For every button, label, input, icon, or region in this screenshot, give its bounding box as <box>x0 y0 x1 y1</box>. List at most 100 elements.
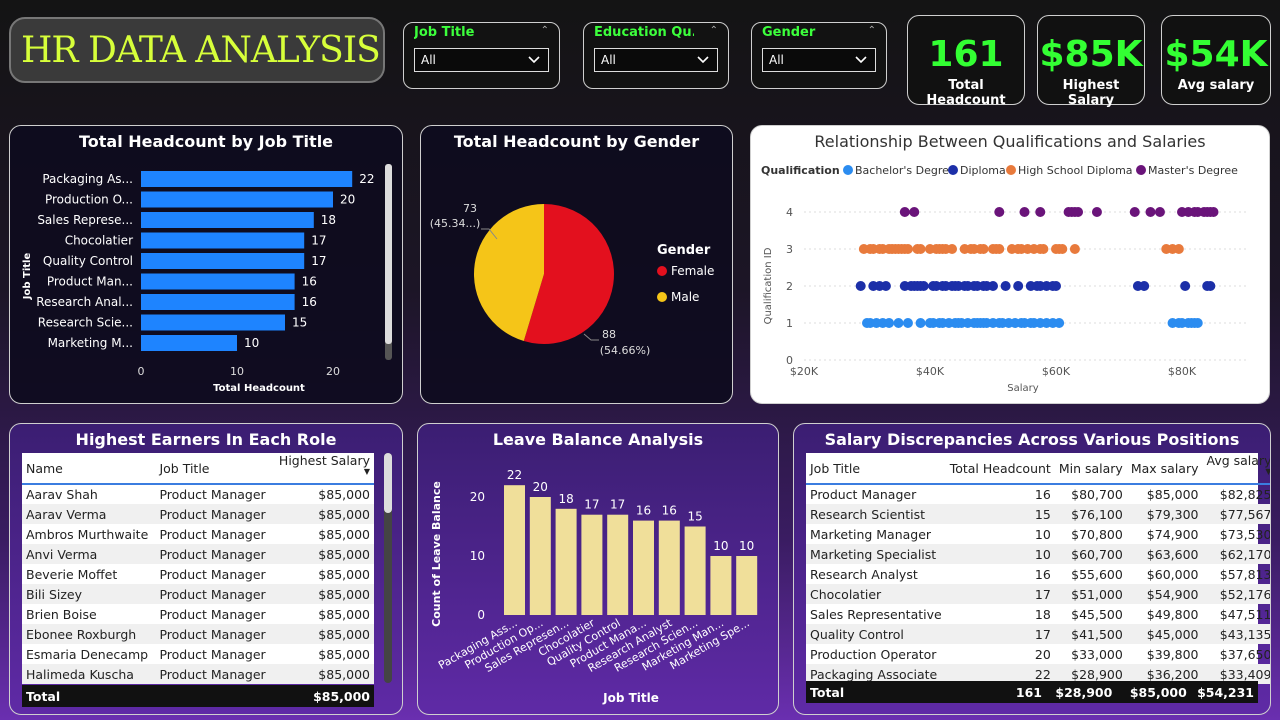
panel-title: Salary Discrepancies Across Various Posi… <box>824 430 1240 449</box>
col-header-name[interactable]: Name <box>22 453 156 485</box>
slicer-label: Job Title <box>414 25 475 40</box>
scatter-point <box>1069 244 1080 254</box>
scatter-point <box>994 244 1005 254</box>
data-label: 15 <box>292 316 307 330</box>
table-row[interactable]: Anvi Verma Product Manager $85,000 <box>22 544 374 564</box>
slicer-education[interactable]: Education Qu... ⌃ All <box>583 22 729 89</box>
scatter-point <box>1013 281 1024 291</box>
slicer-gender[interactable]: Gender ⌃ All <box>751 22 887 89</box>
scrollbar-thumb[interactable] <box>385 164 392 344</box>
table-row[interactable]: Aarav Verma Product Manager $85,000 <box>22 504 374 524</box>
table-cell: Product Manager <box>159 646 266 662</box>
slicer-value: All <box>421 53 436 67</box>
table-row[interactable]: Research Scientist 15 $76,100 $79,300 $77,56… <box>806 504 1270 524</box>
chevron-up-icon[interactable]: ⌃ <box>710 25 718 36</box>
table-cell: Halimeda Kuscha <box>26 666 134 682</box>
bar <box>684 526 706 615</box>
panel-title: Highest Earners In Each Role <box>75 430 337 449</box>
scatter-point <box>918 281 929 291</box>
col-header-max-salary[interactable]: Max salary <box>1126 453 1203 485</box>
table-cell: $73,530 <box>1219 526 1271 542</box>
bar <box>633 520 654 615</box>
table-cell: $47,511 <box>1219 606 1271 622</box>
sort-desc-icon: ▼ <box>1265 467 1271 476</box>
table-row[interactable]: Sales Representative 18 $45,500 $49,800 $47,… <box>806 604 1271 624</box>
total-value: 161 <box>1015 684 1042 700</box>
table-row[interactable]: Brien Boise Product Manager $85,000 <box>22 604 374 624</box>
scatter-point <box>1019 207 1030 217</box>
table-cell: $41,500 <box>1071 626 1123 642</box>
table-cell: 15 <box>1034 506 1051 522</box>
table-row[interactable]: Bili Sizey Product Manager $85,000 <box>22 584 374 604</box>
x-axis-label: Total Headcount <box>213 383 305 394</box>
scrollbar-track[interactable] <box>384 453 392 683</box>
table-cell: Product Manager <box>159 666 266 682</box>
table-cell: $82,825 <box>1219 487 1271 502</box>
scatter-point <box>902 244 913 254</box>
col-header-min-salary[interactable]: Min salary <box>1054 453 1127 485</box>
chevron-down-icon <box>855 56 867 64</box>
col-header-job-title[interactable]: Job Title <box>155 453 273 485</box>
col-header-avg-salary[interactable]: Avg salary ▼ <box>1202 453 1271 485</box>
scatter-point <box>884 318 895 328</box>
table-row[interactable]: Aarav Shah Product Manager $85,000 <box>22 484 374 504</box>
table-cell: $85,000 <box>318 487 370 502</box>
table-row[interactable]: Production Operator 20 $33,000 $39,800 $37,6… <box>806 644 1270 664</box>
chevron-up-icon[interactable]: ⌃ <box>868 25 876 36</box>
table-cell: Beverie Moffet <box>26 566 118 582</box>
table-cell: $85,000 <box>318 526 370 542</box>
col-header-total-headcount[interactable]: Total Headcount <box>945 453 1055 485</box>
col-header-highest-salary[interactable]: Highest Salary ▼ <box>272 453 374 485</box>
bar <box>141 314 285 331</box>
y-axis-label: Count of Leave Balance <box>430 481 443 627</box>
legend-dot <box>948 165 958 175</box>
bar <box>607 514 629 615</box>
slicer-dropdown[interactable]: All <box>594 48 718 72</box>
legend-label: Bachelor's Degree <box>855 164 956 177</box>
table-row[interactable]: Esmaria Denecamp Product Manager $85,000 <box>22 644 374 664</box>
dashboard-title: HR DATA ANALYSIS <box>21 29 381 71</box>
table-row[interactable]: Marketing Manager 10 $70,800 $74,900 $73,530 <box>806 524 1271 544</box>
legend-label: Master's Degree <box>1148 164 1238 177</box>
table-cell: $52,176 <box>1219 586 1271 602</box>
category-label: Packaging As... <box>42 172 133 186</box>
table-cell: $45,500 <box>1071 606 1123 622</box>
table-row[interactable]: Quality Control 17 $41,500 $45,000 $43,135 <box>806 624 1270 644</box>
slicer-dropdown[interactable]: All <box>414 48 549 72</box>
legend-male-dot <box>657 292 667 302</box>
legend-title: Gender <box>657 243 711 258</box>
table-row[interactable]: Ambros Murthwaite Product Manager $85,000 <box>22 524 374 544</box>
table-row[interactable]: Ebonee Roxburgh Product Manager $85,000 <box>22 624 374 644</box>
table-row[interactable]: Product Manager 16 $80,700 $85,000 $82,825 <box>806 484 1271 504</box>
col-header-job-title[interactable]: Job Title <box>806 453 946 485</box>
table-row[interactable]: Research Analyst 16 $55,600 $60,000 $57,813 <box>806 564 1270 584</box>
data-label: 10 <box>739 539 754 553</box>
table-cell: $62,170 <box>1219 546 1271 562</box>
table-row[interactable]: Halimeda Kuscha Product Manager $85,000 <box>22 664 374 684</box>
table-cell: $85,000 <box>318 606 370 622</box>
slicer-job-title[interactable]: Job Title ⌃ All <box>403 22 560 89</box>
table-cell: Ebonee Roxburgh <box>26 626 137 642</box>
scatter-point <box>1154 207 1165 217</box>
total-value: $54,231 <box>1197 684 1254 700</box>
table-cell: 18 <box>1034 606 1051 622</box>
x-tick: 0 <box>138 365 145 378</box>
data-label: 10 <box>713 539 728 553</box>
data-label: 22 <box>507 468 522 482</box>
chevron-up-icon[interactable]: ⌃ <box>541 25 549 36</box>
y-tick: 1 <box>786 317 793 330</box>
table-row[interactable]: Chocolatier 17 $51,000 $54,900 $52,176 <box>806 584 1271 604</box>
scatter-point <box>1208 207 1219 217</box>
table-row[interactable]: Marketing Specialist 10 $60,700 $63,600 $62,… <box>806 544 1271 564</box>
table-cell: $85,000 <box>318 586 370 602</box>
table-cell: 20 <box>1034 646 1051 662</box>
scatter-point <box>1035 207 1046 217</box>
gender-pie-chart: 73 (45.34...) 88 (54.66%) Gender Female … <box>430 202 715 357</box>
table-row[interactable]: Beverie Moffet Product Manager $85,000 <box>22 564 374 584</box>
leave-bar-chart: 0102022Packaging Ass...20Production Op..… <box>430 468 758 705</box>
slicer-dropdown[interactable]: All <box>762 48 876 72</box>
scrollbar-thumb[interactable] <box>384 453 392 513</box>
data-label: 17 <box>311 234 326 248</box>
table-cell: Anvi Verma <box>26 546 98 562</box>
table-cell: $33,000 <box>1071 646 1123 662</box>
